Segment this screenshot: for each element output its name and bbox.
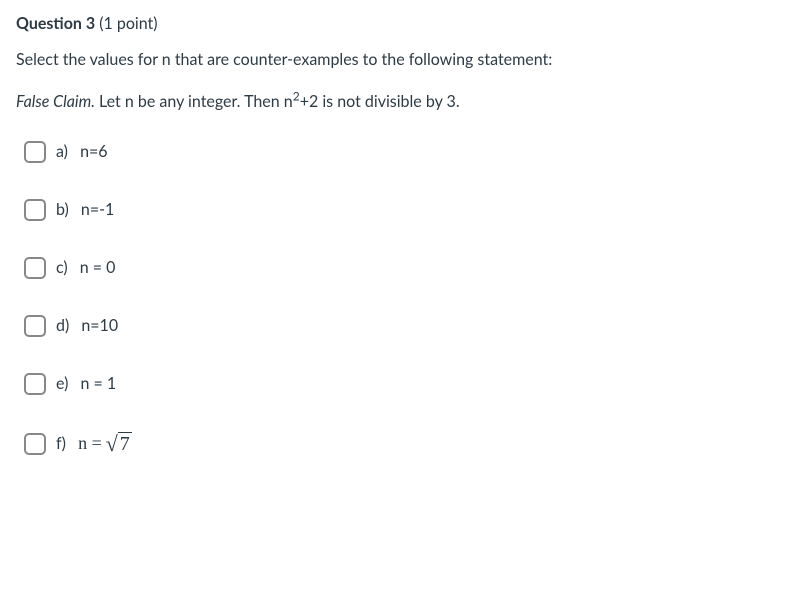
option-c-label: c) n = 0 xyxy=(56,256,115,280)
claim-line: False Claim. Let n be any integer. Then … xyxy=(16,90,770,114)
question-points: (1 point) xyxy=(99,14,157,33)
option-a-label: a) n=6 xyxy=(56,140,108,164)
option-f-label: f) n = √7 xyxy=(56,430,132,457)
option-c: c) n = 0 xyxy=(24,256,770,280)
checkbox-b[interactable] xyxy=(24,199,46,221)
claim-pre: Let n be any integer. Then n xyxy=(95,92,293,111)
option-f-lhs: n = xyxy=(78,430,102,457)
sqrt-icon: √7 xyxy=(106,432,132,455)
option-d: d) n=10 xyxy=(24,314,770,338)
option-d-text: n=10 xyxy=(81,314,118,338)
option-e-letter: e) xyxy=(56,372,68,396)
option-b-text: n=-1 xyxy=(81,198,114,222)
claim-post: +2 is not divisible by 3. xyxy=(300,92,460,111)
checkbox-f[interactable] xyxy=(24,433,46,455)
sqrt-argument: 7 xyxy=(118,432,132,455)
question-prompt: Select the values for n that are counter… xyxy=(16,48,770,72)
option-d-letter: d) xyxy=(56,314,69,338)
option-b-letter: b) xyxy=(56,198,69,222)
option-f: f) n = √7 xyxy=(24,430,770,457)
checkbox-c[interactable] xyxy=(24,257,46,279)
option-e-text: n = 1 xyxy=(80,372,116,396)
options-list: a) n=6 b) n=-1 c) n = 0 d) n=10 e) n = 1… xyxy=(24,140,770,457)
option-c-text: n = 0 xyxy=(80,256,116,280)
option-a-letter: a) xyxy=(56,140,68,164)
question-header: Question 3 (1 point) xyxy=(16,12,770,36)
checkbox-a[interactable] xyxy=(24,141,46,163)
option-b-label: b) n=-1 xyxy=(56,198,114,222)
option-c-letter: c) xyxy=(56,256,68,280)
option-a: a) n=6 xyxy=(24,140,770,164)
question-number: Question 3 xyxy=(16,14,95,33)
claim-exponent: 2 xyxy=(293,89,300,104)
option-f-letter: f) xyxy=(56,432,66,456)
radical-symbol: √ xyxy=(106,433,118,455)
checkbox-e[interactable] xyxy=(24,373,46,395)
checkbox-d[interactable] xyxy=(24,315,46,337)
option-e-label: e) n = 1 xyxy=(56,372,116,396)
option-b: b) n=-1 xyxy=(24,198,770,222)
option-d-label: d) n=10 xyxy=(56,314,118,338)
claim-label: False Claim. xyxy=(16,92,95,111)
option-a-text: n=6 xyxy=(80,140,108,164)
option-e: e) n = 1 xyxy=(24,372,770,396)
